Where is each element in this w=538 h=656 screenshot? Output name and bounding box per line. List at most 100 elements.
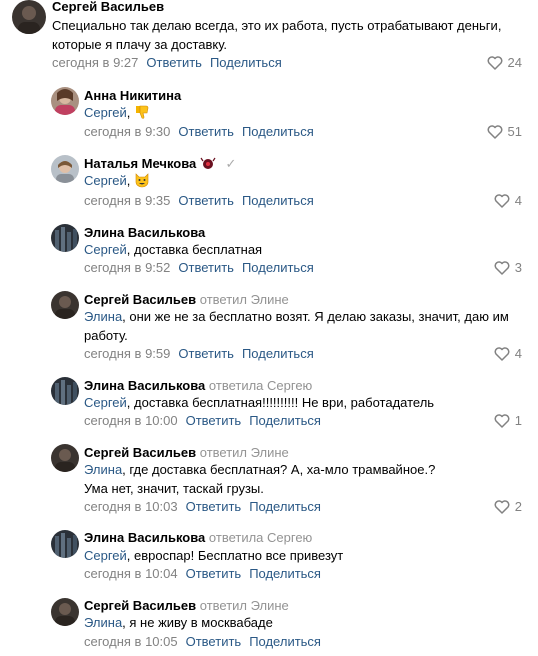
reply-to-label[interactable]: ответила Сергею [209, 530, 312, 545]
heart-icon [487, 124, 502, 139]
share-button[interactable]: Поделиться [249, 634, 321, 649]
mention-link[interactable]: Элина [84, 309, 122, 324]
heart-icon [494, 346, 510, 361]
comment-meta: сегодня в 9:59 Ответить Поделиться [84, 346, 314, 361]
like-button[interactable]: 24 [487, 55, 522, 70]
comment-text: Специально так делаю всегда, это их рабо… [52, 18, 502, 52]
comment-author[interactable]: Сергей Васильев [52, 0, 164, 14]
share-button[interactable]: Поделиться [242, 193, 314, 208]
like-count: 3 [514, 260, 522, 275]
comment-time[interactable]: сегодня в 9:52 [84, 260, 170, 275]
avatar[interactable] [51, 87, 79, 115]
comment-text: Сергей, [84, 103, 150, 125]
heart-icon [494, 499, 510, 514]
grinning-cat-icon [134, 172, 150, 193]
mention-link[interactable]: Сергей [84, 105, 127, 120]
like-count: 4 [514, 193, 522, 208]
comment-author[interactable]: Анна Никитина [84, 88, 181, 103]
reply-button[interactable]: Ответить [146, 55, 202, 70]
reply-to-label[interactable]: ответил Элине [200, 598, 289, 613]
share-button[interactable]: Поделиться [210, 55, 282, 70]
mention-link[interactable]: Элина [84, 462, 122, 477]
comment-meta: сегодня в 10:04 Ответить Поделиться [84, 566, 321, 581]
comment-meta: сегодня в 9:35 Ответить Поделиться [84, 193, 314, 208]
like-button[interactable]: 4 [494, 193, 522, 208]
thumbs-down-icon [134, 104, 150, 125]
share-button[interactable]: Поделиться [242, 124, 314, 139]
avatar[interactable] [51, 444, 79, 472]
comment-author[interactable]: Сергей Васильев ответил Элине [84, 292, 289, 307]
comment-time[interactable]: сегодня в 10:04 [84, 566, 178, 581]
heart-icon [494, 413, 510, 428]
comment-time[interactable]: сегодня в 9:35 [84, 193, 170, 208]
avatar[interactable] [51, 291, 79, 319]
heart-icon [494, 260, 510, 275]
comment-text: Элина, они же не за бесплатно возят. Я д… [84, 309, 509, 343]
comment-meta: сегодня в 10:03 Ответить Поделиться [84, 499, 321, 514]
mention-link[interactable]: Сергей [84, 242, 127, 257]
reply-button[interactable]: Ответить [186, 566, 242, 581]
reply-button[interactable]: Ответить [178, 193, 234, 208]
reply-button[interactable]: Ответить [186, 499, 242, 514]
avatar[interactable] [12, 0, 46, 34]
avatar[interactable] [51, 224, 79, 252]
comment-text: Сергей, доставка бесплатная [84, 242, 263, 257]
comment-text: Элина, я не живу в москвабаде [84, 615, 273, 630]
reply-to-label[interactable]: ответила Сергею [209, 378, 312, 393]
comment-meta: сегодня в 9:27 Ответить Поделиться [52, 55, 282, 70]
like-count: 51 [507, 124, 522, 139]
reply-button[interactable]: Ответить [178, 346, 234, 361]
comment-text: Элина, где доставка бесплатная? А, ха-мл… [84, 462, 436, 496]
mention-link[interactable]: Элина [84, 615, 122, 630]
comment-time[interactable]: сегодня в 9:27 [52, 55, 138, 70]
avatar[interactable] [51, 155, 79, 183]
comment-text: Сергей, доставка бесплатная!!!!!!!!!! Не… [84, 395, 435, 410]
like-button[interactable]: 3 [494, 260, 522, 275]
comment-time[interactable]: сегодня в 9:59 [84, 346, 170, 361]
comment-author[interactable]: Элина Василькова ответила Сергею [84, 378, 312, 393]
mention-link[interactable]: Сергей [84, 395, 127, 410]
comment-meta: сегодня в 10:05 Ответить Поделиться [84, 634, 321, 649]
share-button[interactable]: Поделиться [249, 566, 321, 581]
comment-text: Сергей, евроспар! Бесплатно все привезут [84, 548, 344, 563]
comment-author[interactable]: Элина Василькова [84, 225, 205, 240]
like-button[interactable]: 2 [494, 499, 522, 514]
reply-to-label[interactable]: ответил Элине [200, 292, 289, 307]
heart-icon [494, 193, 510, 208]
like-count: 24 [507, 55, 522, 70]
comment-text: Сергей, [84, 171, 150, 193]
heart-icon [487, 55, 502, 70]
reply-button[interactable]: Ответить [178, 124, 234, 139]
comment-meta: сегодня в 10:00 Ответить Поделиться [84, 413, 321, 428]
mention-link[interactable]: Сергей [84, 548, 127, 563]
comment-author[interactable]: Сергей Васильев ответил Элине [84, 598, 289, 613]
comment-time[interactable]: сегодня в 10:00 [84, 413, 178, 428]
like-count: 4 [514, 346, 522, 361]
like-count: 1 [514, 413, 522, 428]
mention-link[interactable]: Сергей [84, 173, 127, 188]
reply-button[interactable]: Ответить [178, 260, 234, 275]
comment-author[interactable]: Сергей Васильев ответил Элине [84, 445, 289, 460]
share-button[interactable]: Поделиться [242, 260, 314, 275]
like-count: 2 [514, 499, 522, 514]
comment-time[interactable]: сегодня в 10:03 [84, 499, 178, 514]
like-button[interactable]: 4 [494, 346, 522, 361]
reply-to-label[interactable]: ответил Элине [200, 445, 289, 460]
share-button[interactable]: Поделиться [242, 346, 314, 361]
share-button[interactable]: Поделиться [249, 413, 321, 428]
comment-time[interactable]: сегодня в 9:30 [84, 124, 170, 139]
share-button[interactable]: Поделиться [249, 499, 321, 514]
comment-author[interactable]: Элина Василькова ответила Сергею [84, 530, 312, 545]
like-button[interactable]: 1 [494, 413, 522, 428]
avatar[interactable] [51, 598, 79, 626]
comment-meta: сегодня в 9:30 Ответить Поделиться [84, 124, 314, 139]
avatar[interactable] [51, 530, 79, 558]
checkmark-icon: ✓ [225, 156, 237, 171]
reply-button[interactable]: Ответить [186, 413, 242, 428]
reply-button[interactable]: Ответить [186, 634, 242, 649]
like-button[interactable]: 51 [487, 124, 522, 139]
avatar[interactable] [51, 377, 79, 405]
comment-meta: сегодня в 9:52 Ответить Поделиться [84, 260, 314, 275]
comment-time[interactable]: сегодня в 10:05 [84, 634, 178, 649]
badge-icon [200, 157, 216, 174]
